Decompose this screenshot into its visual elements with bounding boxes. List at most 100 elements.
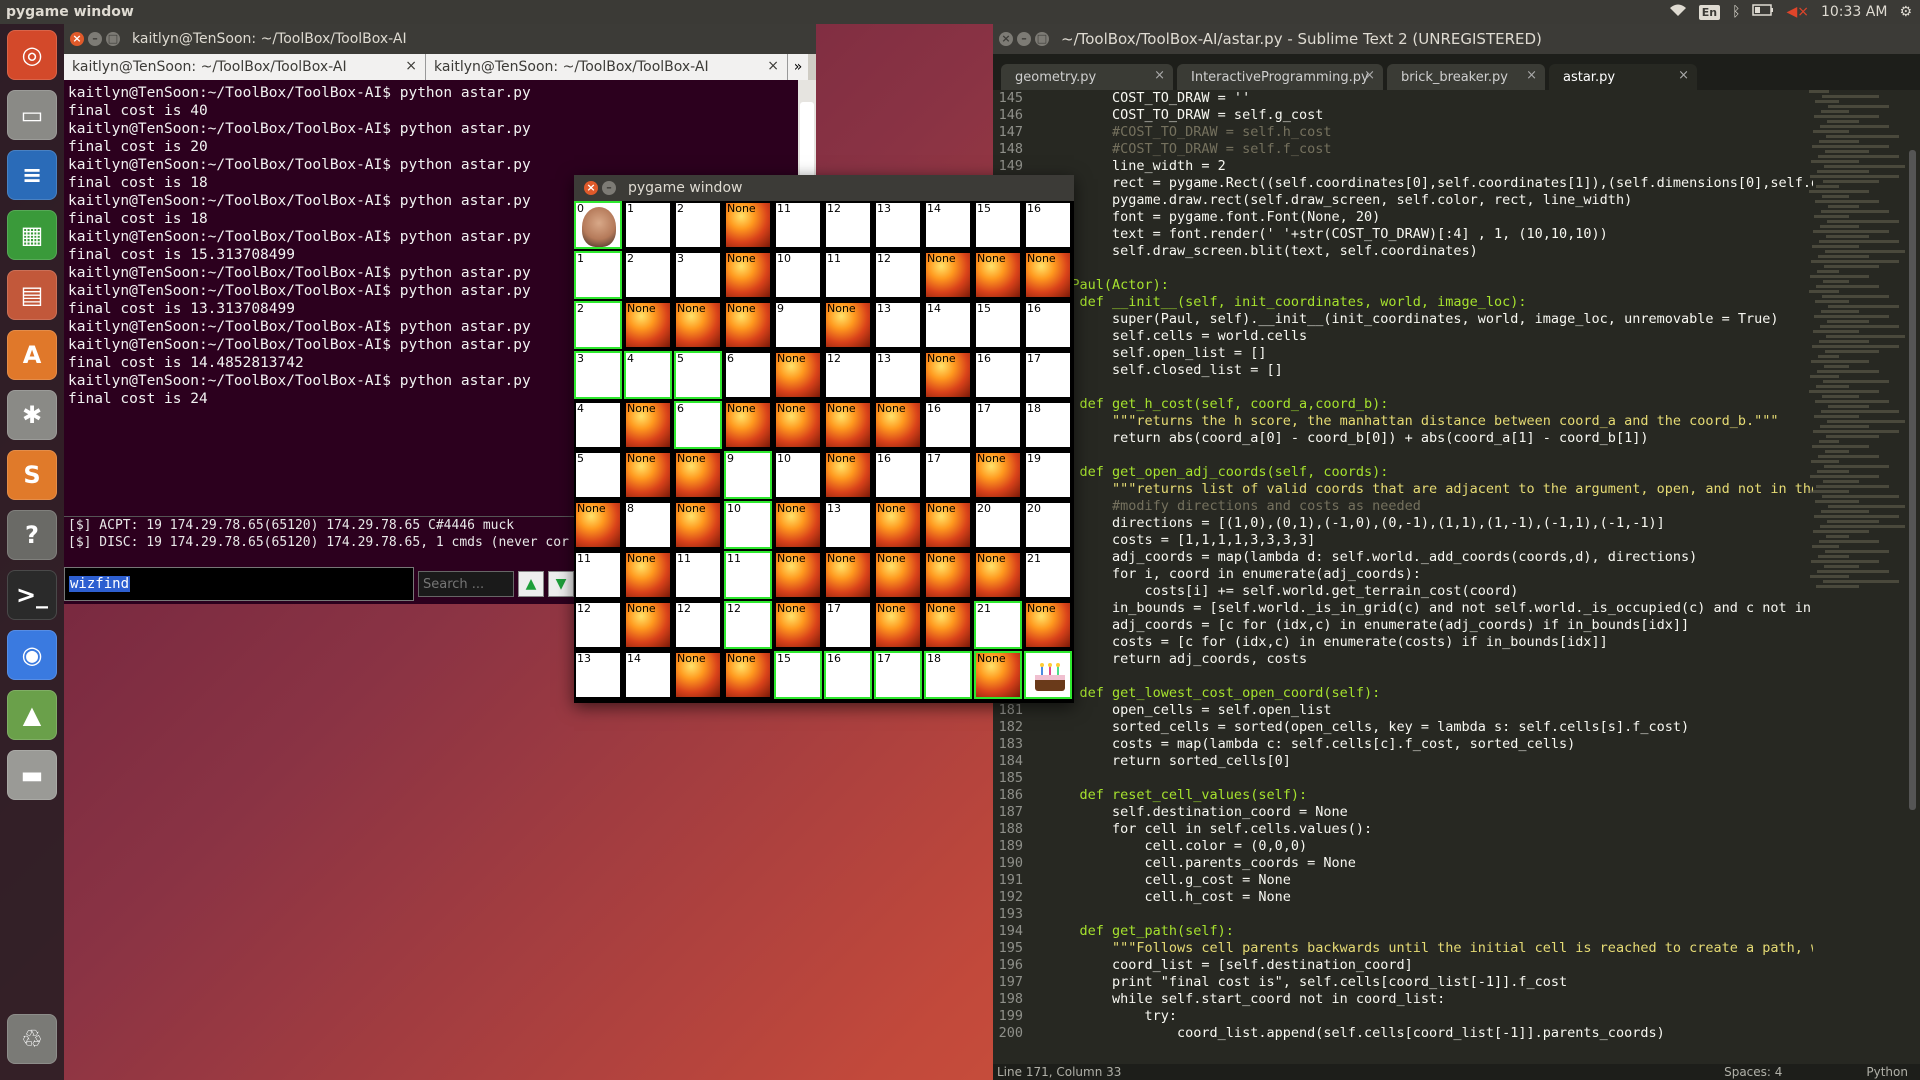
grid-cell[interactable]: 16 bbox=[974, 351, 1022, 399]
grid-cell[interactable]: 2 bbox=[674, 201, 722, 249]
launcher-settings-icon[interactable]: ✱ bbox=[7, 390, 57, 440]
code-line[interactable]: self.cells = world.cells bbox=[993, 328, 1813, 345]
lava-cell[interactable]: None bbox=[824, 451, 872, 499]
grid-cell[interactable]: 3 bbox=[574, 351, 622, 399]
code-line[interactable] bbox=[993, 447, 1813, 464]
code-line[interactable]: 187 self.destination_coord = None bbox=[993, 804, 1813, 821]
scroll-thumb[interactable] bbox=[1909, 150, 1916, 810]
pygame-titlebar[interactable]: × – pygame window bbox=[574, 175, 1074, 201]
code-line[interactable]: 145 COST_TO_DRAW = '' bbox=[993, 90, 1813, 107]
code-line[interactable]: 192 cell.h_cost = None bbox=[993, 889, 1813, 906]
grid-cell[interactable]: 16 bbox=[1024, 301, 1072, 349]
lava-cell[interactable]: None bbox=[874, 401, 922, 449]
code-line[interactable]: """returns list of valid coords that are… bbox=[993, 481, 1813, 498]
grid-cell[interactable]: 19 bbox=[1024, 451, 1072, 499]
grid-cell[interactable]: 12 bbox=[724, 601, 772, 649]
close-tab-icon[interactable]: × bbox=[1154, 68, 1165, 83]
close-tab-icon[interactable]: × bbox=[1364, 68, 1375, 83]
launcher-terminal-icon[interactable]: >_ bbox=[7, 570, 57, 620]
system-gear-icon[interactable]: ⚙ bbox=[1899, 4, 1912, 20]
code-line[interactable]: 147 #COST_TO_DRAW = self.h_cost bbox=[993, 124, 1813, 141]
code-line[interactable]: 186 def reset_cell_values(self): bbox=[993, 787, 1813, 804]
lava-cell[interactable]: None bbox=[974, 451, 1022, 499]
lava-cell[interactable]: None bbox=[924, 551, 972, 599]
grid-cell[interactable]: 11 bbox=[674, 551, 722, 599]
grid-cell[interactable]: 21 bbox=[1024, 551, 1072, 599]
sublime-maximize-icon[interactable]: □ bbox=[1035, 32, 1049, 46]
editor-tab-brick_breaker-py[interactable]: brick_breaker.py × bbox=[1387, 64, 1545, 90]
grid-cell[interactable]: 14 bbox=[924, 201, 972, 249]
lava-cell[interactable]: None bbox=[974, 651, 1022, 699]
start-cell[interactable]: 0 bbox=[574, 201, 622, 249]
launcher-sublime-icon[interactable]: S bbox=[7, 450, 57, 500]
launcher-dash-icon[interactable]: ◎ bbox=[7, 30, 57, 80]
lava-cell[interactable]: None bbox=[924, 601, 972, 649]
grid-cell[interactable]: 13 bbox=[874, 201, 922, 249]
code-line[interactable]: 181 open_cells = self.open_list bbox=[993, 702, 1813, 719]
grid-cell[interactable]: 15 bbox=[974, 201, 1022, 249]
code-line[interactable]: rect = pygame.Rect((self.coordinates[0],… bbox=[993, 175, 1813, 192]
code-line[interactable] bbox=[993, 260, 1813, 277]
search-up-button[interactable]: ▲ bbox=[518, 571, 544, 597]
code-line[interactable]: """returns the h score, the manhattan di… bbox=[993, 413, 1813, 430]
grid-cell[interactable]: 1 bbox=[574, 251, 622, 299]
lava-cell[interactable]: None bbox=[924, 351, 972, 399]
lava-cell[interactable]: None bbox=[674, 501, 722, 549]
code-line[interactable] bbox=[993, 668, 1813, 685]
grid-cell[interactable]: 8 bbox=[624, 501, 672, 549]
close-tab-icon[interactable]: × bbox=[1526, 68, 1537, 83]
grid-cell[interactable]: 11 bbox=[824, 251, 872, 299]
lava-cell[interactable]: None bbox=[724, 301, 772, 349]
code-line[interactable]: super(Paul, self).__init__(init_coordina… bbox=[993, 311, 1813, 328]
grid-cell[interactable]: 5 bbox=[574, 451, 622, 499]
close-tab-icon[interactable]: × bbox=[767, 58, 779, 74]
launcher-chrome-icon[interactable]: ◉ bbox=[7, 630, 57, 680]
grid-cell[interactable]: 12 bbox=[824, 201, 872, 249]
tab-overflow-icon[interactable]: » bbox=[788, 54, 808, 80]
grid-cell[interactable]: 17 bbox=[924, 451, 972, 499]
pygame-minimize-icon[interactable]: – bbox=[602, 181, 616, 195]
grid-cell[interactable]: 12 bbox=[674, 601, 722, 649]
grid-cell[interactable]: 17 bbox=[1024, 351, 1072, 399]
lava-cell[interactable]: None bbox=[824, 551, 872, 599]
terminal-maximize-icon[interactable]: □ bbox=[106, 32, 120, 46]
grid-cell[interactable]: 12 bbox=[574, 601, 622, 649]
grid-cell[interactable]: 4 bbox=[624, 351, 672, 399]
grid-cell[interactable]: 15 bbox=[974, 301, 1022, 349]
lava-cell[interactable]: None bbox=[874, 501, 922, 549]
grid-cell[interactable]: 3 bbox=[674, 251, 722, 299]
wifi-icon[interactable] bbox=[1669, 3, 1687, 21]
grid-cell[interactable]: 16 bbox=[924, 401, 972, 449]
code-line[interactable]: for i, coord in enumerate(adj_coords): bbox=[993, 566, 1813, 583]
lava-cell[interactable]: None bbox=[674, 301, 722, 349]
grid-cell[interactable]: 20 bbox=[1024, 501, 1072, 549]
grid-cell[interactable]: 17 bbox=[824, 601, 872, 649]
lava-cell[interactable]: None bbox=[824, 401, 872, 449]
lava-cell[interactable]: None bbox=[624, 401, 672, 449]
code-line[interactable]: 196 coord_list = [self.destination_coord… bbox=[993, 957, 1813, 974]
indentation-setting[interactable]: Spaces: 4 bbox=[1724, 1065, 1782, 1079]
lava-cell[interactable]: None bbox=[624, 551, 672, 599]
grid-cell[interactable]: 11 bbox=[574, 551, 622, 599]
grid-cell[interactable]: 9 bbox=[724, 451, 772, 499]
search-input[interactable] bbox=[418, 571, 514, 597]
grid-cell[interactable]: 13 bbox=[874, 301, 922, 349]
editor-tab-astar-py[interactable]: astar.py × bbox=[1549, 64, 1697, 90]
grid-cell[interactable]: 16 bbox=[874, 451, 922, 499]
code-line[interactable]: 197 print "final cost is", self.cells[co… bbox=[993, 974, 1813, 991]
lava-cell[interactable]: None bbox=[624, 301, 672, 349]
grid-cell[interactable]: 20 bbox=[974, 501, 1022, 549]
grid-cell[interactable]: 18 bbox=[924, 651, 972, 699]
code-line[interactable]: pygame.draw.rect(self.draw_screen, self.… bbox=[993, 192, 1813, 209]
code-line[interactable]: 194 def get_path(self): bbox=[993, 923, 1813, 940]
code-line[interactable]: 146 COST_TO_DRAW = self.g_cost bbox=[993, 107, 1813, 124]
code-line[interactable]: return abs(coord_a[0] - coord_b[0]) + ab… bbox=[993, 430, 1813, 447]
code-line[interactable]: self.open_list = [] bbox=[993, 345, 1813, 362]
code-line[interactable]: def get_open_adj_coords(self, coords): bbox=[993, 464, 1813, 481]
grid-cell[interactable]: 13 bbox=[874, 351, 922, 399]
lava-cell[interactable]: None bbox=[1024, 601, 1072, 649]
lava-cell[interactable]: None bbox=[774, 601, 822, 649]
lava-cell[interactable]: None bbox=[724, 651, 772, 699]
grid-cell[interactable]: 14 bbox=[624, 651, 672, 699]
lava-cell[interactable]: None bbox=[874, 601, 922, 649]
